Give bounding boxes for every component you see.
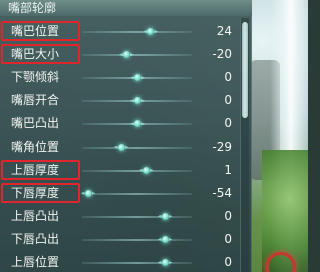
glowing-orb-icon: [147, 28, 155, 35]
glowing-orb-icon: [161, 212, 169, 220]
slider-track[interactable]: [82, 169, 192, 172]
slider-value: -29: [212, 139, 232, 154]
glowing-orb-icon: [134, 97, 141, 105]
slider-value: 0: [224, 255, 232, 269]
slider-value: 0: [224, 93, 232, 108]
slider-row: 下唇凸出 0: [0, 228, 240, 251]
slider-label: 上唇凸出: [11, 208, 60, 223]
slider-thumb[interactable]: [157, 211, 173, 222]
slider-thumb[interactable]: [130, 118, 145, 129]
slider-label: 嘴巴凸出: [11, 116, 60, 131]
scrollbar[interactable]: [240, 18, 249, 272]
panel-title: 嘴部轮廓: [8, 1, 57, 15]
slider-track[interactable]: [82, 54, 192, 57]
slider-value: 1: [224, 162, 232, 177]
glowing-orb-icon: [123, 51, 130, 59]
slider-label: 嘴角位置: [11, 139, 60, 154]
glowing-orb-icon: [84, 189, 92, 197]
slider-thumb[interactable]: [157, 257, 173, 268]
glowing-orb-icon: [134, 74, 141, 82]
slider-track[interactable]: [82, 215, 192, 218]
slider-label: 上唇位置: [11, 255, 60, 269]
slider-value: 0: [224, 208, 232, 223]
slider-label: 下唇凸出: [11, 231, 60, 246]
slider-value: -54: [212, 185, 232, 200]
slider-row: 嘴巴凸出 0: [0, 112, 240, 135]
mouth-contour-panel: 嘴部轮廓 嘴巴位置 24 嘴巴大小 -20 下颚倾斜 0 嘴唇开合 0 嘴巴凸出 0 嘴角位置 -29…: [0, 0, 252, 272]
slider-label: 嘴巴位置: [11, 24, 60, 38]
slider-row: 上唇凸出 0: [0, 205, 240, 228]
panel-header: 嘴部轮廓: [0, 0, 252, 16]
slider-row: 嘴巴大小 -20: [0, 43, 240, 66]
scrollbar-thumb[interactable]: [242, 22, 248, 118]
slider-value: 0: [224, 231, 232, 246]
slider-track[interactable]: [82, 192, 192, 195]
slider-label: 嘴巴大小: [11, 47, 60, 62]
slider-row: 下颚倾斜 0: [0, 66, 240, 89]
slider-track[interactable]: [82, 31, 192, 33]
slider-thumb[interactable]: [143, 26, 159, 37]
slider-label: 下颚倾斜: [11, 70, 60, 85]
glowing-orb-icon: [142, 166, 150, 174]
slider-track[interactable]: [82, 262, 192, 264]
slider-label: 下唇厚度: [11, 185, 60, 200]
slider-row: 嘴唇开合 0: [0, 89, 240, 112]
slider-row: 下唇厚度 -54: [0, 182, 240, 205]
slider-track[interactable]: [82, 146, 192, 149]
glowing-orb-icon: [161, 259, 169, 266]
slider-label: 上唇厚度: [11, 162, 60, 177]
slider-value: 0: [224, 116, 232, 131]
slider-row: 嘴角位置 -29: [0, 136, 240, 159]
slider-row: 上唇位置 0: [0, 251, 240, 272]
slider-row: 嘴巴位置 24: [0, 20, 240, 43]
slider-thumb[interactable]: [113, 142, 129, 153]
slider-thumb[interactable]: [157, 234, 173, 245]
slider-thumb[interactable]: [130, 72, 145, 83]
slider-value: 0: [224, 70, 232, 85]
glowing-orb-icon: [161, 235, 169, 243]
slider-thumb[interactable]: [119, 49, 134, 60]
slider-thumb[interactable]: [80, 188, 96, 199]
slider-thumb[interactable]: [138, 165, 154, 176]
slider-label: 嘴唇开合: [11, 93, 60, 108]
slider-track[interactable]: [82, 238, 192, 241]
slider-value: -20: [212, 47, 232, 62]
slider-thumb[interactable]: [130, 95, 145, 106]
glowing-orb-icon: [117, 143, 125, 151]
slider-value: 24: [216, 24, 232, 38]
glowing-orb-icon: [134, 120, 141, 128]
slider-row: 上唇厚度 1: [0, 159, 240, 182]
